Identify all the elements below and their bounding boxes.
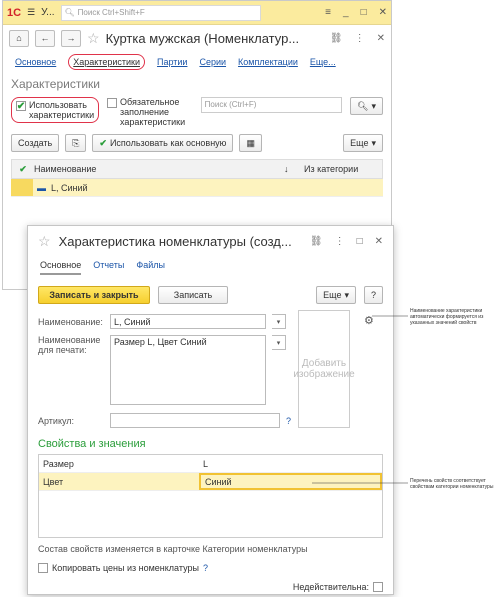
save-button[interactable]: Записать xyxy=(158,286,228,304)
characteristic-dialog: ☆ Характеристика номенклатуры (созд... ⛓… xyxy=(27,225,394,595)
close-icon[interactable]: ✕ xyxy=(379,7,387,18)
close-icon[interactable]: ✕ xyxy=(375,236,383,247)
list-toolbar: Создать ⎘ ✔ Использовать как основную ▦ … xyxy=(3,131,391,155)
save-and-close-button[interactable]: Записать и закрыть xyxy=(38,286,150,304)
props-table: Размер L Цвет Синий xyxy=(38,454,383,538)
check-icon: ✔ xyxy=(99,137,107,148)
form-tabs: Основное Характеристики Партии Серии Ком… xyxy=(3,51,391,73)
name-label: Наименование: xyxy=(38,316,103,327)
maximize-icon[interactable]: □ xyxy=(357,236,363,247)
tab-more[interactable]: Еще... xyxy=(310,57,336,67)
name-field[interactable]: L, Синий xyxy=(110,314,266,329)
copy-prices-label: Копировать цены из номенклатуры xyxy=(52,562,199,573)
create-button[interactable]: Создать xyxy=(11,134,60,152)
tab-kits[interactable]: Комплектации xyxy=(238,57,298,67)
app-logo: 1С xyxy=(7,6,22,19)
forward-button[interactable]: → xyxy=(61,29,81,47)
dialog-tabs: Основное Отчеты Файлы xyxy=(28,256,393,280)
check-icon: ✔ xyxy=(19,163,27,174)
value-input[interactable]: Синий xyxy=(199,473,382,490)
item-icon: ▬ xyxy=(37,182,46,193)
search-button[interactable]: 🔍︎ ▾ xyxy=(350,97,383,115)
invalid-checkbox[interactable] xyxy=(373,582,383,592)
props-title: Свойства и значения xyxy=(38,438,146,450)
callout-props-note: Перечень свойств соответствует свойствам… xyxy=(410,478,494,490)
app-title: У... xyxy=(41,7,55,18)
tab-series[interactable]: Серии xyxy=(199,57,226,67)
check-icon: ✔ xyxy=(16,100,26,112)
list-search-input[interactable]: Поиск (Ctrl+F) xyxy=(200,97,343,113)
copy-icon[interactable]: ⎘ xyxy=(65,134,87,152)
props-note: Состав свойств изменяется в карточке Кат… xyxy=(38,544,308,554)
help-button[interactable]: ? xyxy=(363,286,383,304)
more-vert-icon[interactable]: ⋮ xyxy=(335,236,345,247)
minimize-icon[interactable]: _ xyxy=(343,7,349,18)
use-as-main-button[interactable]: ✔ Использовать как основную xyxy=(92,134,234,152)
nav-row: ⌂ ← → ☆ Куртка мужская (Номенклатур... ⛓… xyxy=(3,25,391,51)
table-header: ✔ Наименование ↓ Из категории xyxy=(11,159,383,179)
print-name-label: Наименование для печати: xyxy=(38,335,101,355)
table-row[interactable]: Размер L xyxy=(39,455,382,473)
chevron-down-icon[interactable]: ▾ xyxy=(272,335,286,350)
more-button[interactable]: Еще ▾ xyxy=(343,134,383,152)
app-top-bar: 1С ☰ У... 🔍︎ Поиск Ctrl+Shift+F ≡ _ □ ✕ xyxy=(3,1,391,25)
article-field[interactable] xyxy=(110,413,280,428)
search-icon: 🔍︎ xyxy=(357,100,369,111)
tab-characteristics[interactable]: Характеристики xyxy=(68,54,145,70)
star-icon[interactable]: ☆ xyxy=(38,233,51,250)
search-icon: 🔍︎ xyxy=(64,8,75,17)
table-row[interactable]: ▬ L, Синий xyxy=(11,179,383,197)
more-vert-icon[interactable]: ⋮ xyxy=(355,33,365,44)
article-label: Артикул: xyxy=(38,415,75,426)
tab-main[interactable]: Основное xyxy=(15,57,56,67)
tab-main[interactable]: Основное xyxy=(40,260,82,275)
filter-icon[interactable]: ≡ xyxy=(325,7,331,18)
article-help[interactable]: ? xyxy=(286,416,291,426)
dialog-title: Характеристика номенклатуры (созд... xyxy=(58,233,292,249)
star-icon[interactable]: ☆ xyxy=(87,30,100,47)
copy-prices-checkbox[interactable] xyxy=(38,563,48,573)
global-search-input[interactable]: 🔍︎ Поиск Ctrl+Shift+F xyxy=(60,4,261,21)
link-icon[interactable]: ⛓ xyxy=(310,236,323,247)
chevron-down-icon[interactable]: ▾ xyxy=(272,314,286,329)
callout-name-note: Наименование характеристики автоматическ… xyxy=(410,308,484,326)
link-icon[interactable]: ⛓ xyxy=(330,33,343,44)
tab-files[interactable]: Файлы xyxy=(136,260,165,270)
add-image-box[interactable]: Добавить изображение xyxy=(293,310,355,428)
table-row[interactable]: Цвет Синий xyxy=(39,473,382,491)
window-close-icon[interactable]: ✕ xyxy=(377,33,385,44)
print-name-field[interactable]: Размер L, Цвет Синий xyxy=(110,335,266,405)
required-fill-checkbox[interactable]: Обязательное заполнение характеристики xyxy=(107,97,193,127)
sort-icon[interactable]: ↓ xyxy=(284,164,304,174)
section-title: Характеристики xyxy=(11,77,100,91)
column-category[interactable]: Из категории xyxy=(304,164,358,174)
tab-batches[interactable]: Партии xyxy=(157,57,187,67)
gear-icon[interactable]: ⚙ xyxy=(364,314,374,327)
copy-help[interactable]: ? xyxy=(203,563,208,573)
column-name[interactable]: Наименование xyxy=(34,164,284,174)
tab-reports[interactable]: Отчеты xyxy=(93,260,124,270)
menu-icon[interactable]: ☰ xyxy=(27,7,35,18)
maximize-icon[interactable]: □ xyxy=(361,7,367,18)
back-button[interactable]: ← xyxy=(35,29,55,47)
document-title: Куртка мужская (Номенклатур... xyxy=(105,30,300,46)
report-icon[interactable]: ▦ xyxy=(239,134,262,152)
invalid-label: Недействительна: xyxy=(292,581,369,592)
home-button[interactable]: ⌂ xyxy=(9,29,29,47)
more-button[interactable]: Еще ▾ xyxy=(316,286,356,304)
use-characteristics-checkbox[interactable]: ✔ Использовать характеристики xyxy=(11,97,99,123)
